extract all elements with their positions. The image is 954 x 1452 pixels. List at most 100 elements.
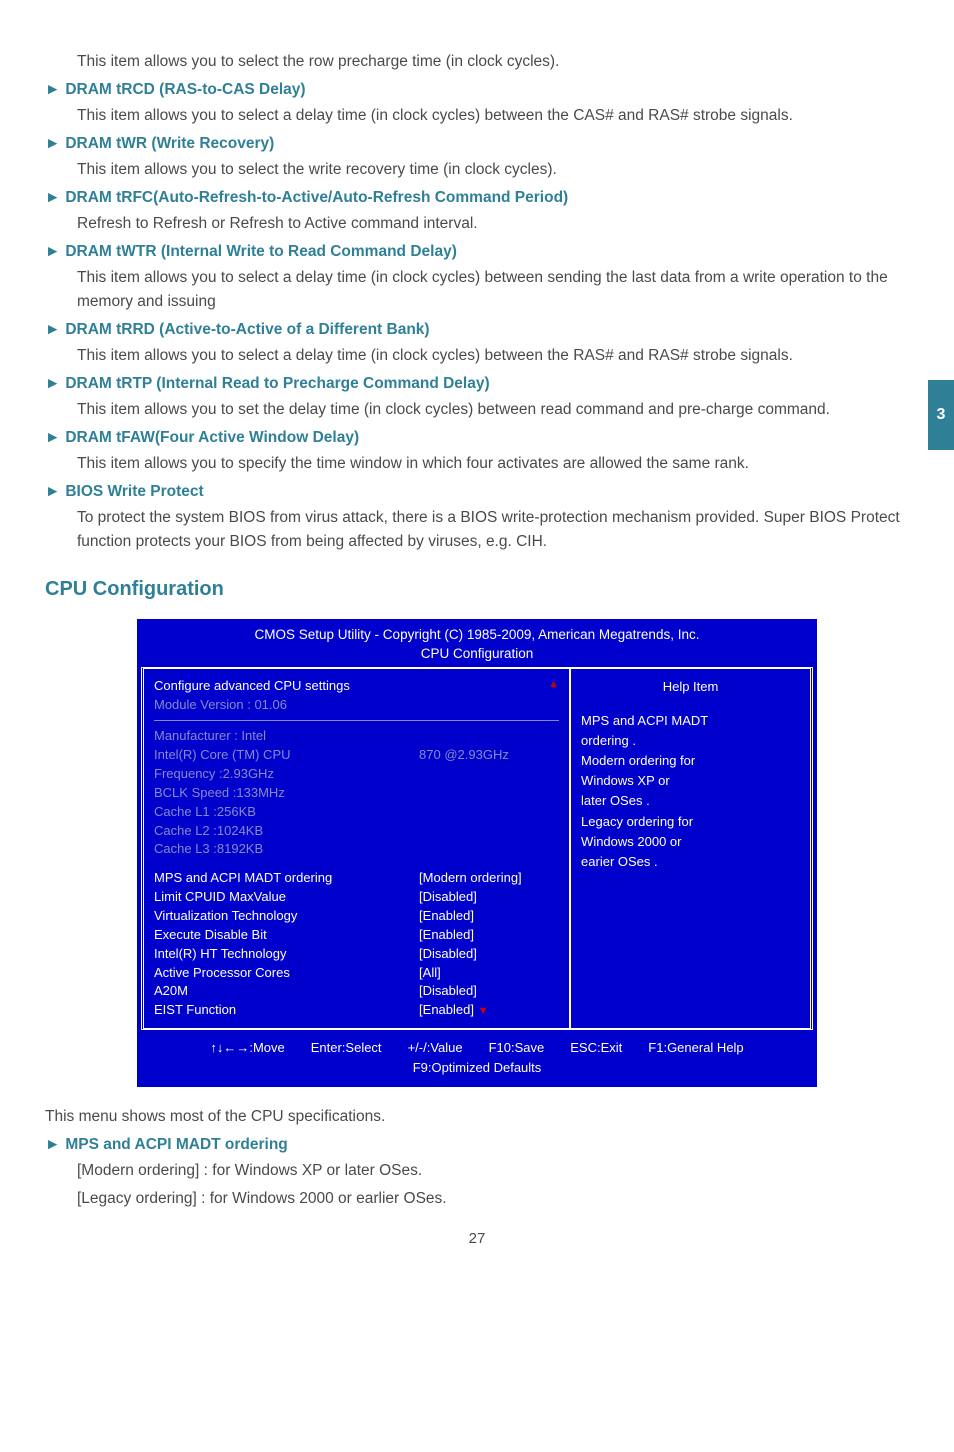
bios-value: [419, 765, 559, 784]
item-title: DRAM tFAW(Four Active Window Delay): [65, 429, 359, 446]
bios-option-label: Intel(R) HT Technology: [154, 945, 419, 964]
bios-footer-key: F1:General Help: [648, 1038, 743, 1058]
triangle-icon: ►: [45, 240, 61, 264]
bios-value: [419, 840, 559, 859]
help-text-line: ordering .: [581, 731, 800, 751]
item-title: DRAM tWTR (Internal Write to Read Comman…: [65, 243, 457, 260]
item-heading: ► DRAM tWR (Write Recovery): [45, 132, 909, 156]
triangle-icon: ►: [45, 186, 61, 210]
bios-option-label: MPS and ACPI MADT ordering: [154, 869, 419, 888]
bios-header-line2: CPU Configuration: [137, 645, 817, 663]
bios-label: Cache L3 :8192KB: [154, 840, 419, 859]
scroll-down-icon: ▼: [478, 1005, 489, 1017]
item-title: DRAM tRFC(Auto-Refresh-to-Active/Auto-Re…: [65, 189, 568, 206]
item-desc: [Modern ordering] : for Windows XP or la…: [77, 1159, 909, 1183]
bios-body: Configure advanced CPU settings▲ Module …: [141, 667, 813, 1030]
bios-sysinfo-row: Cache L2 :1024KB: [154, 822, 559, 841]
bios-option-row[interactable]: Limit CPUID MaxValue[Disabled]: [154, 888, 559, 907]
item-heading: ► MPS and ACPI MADT ordering: [45, 1133, 909, 1157]
bios-option-value: [Disabled]: [419, 982, 559, 1001]
bios-value: 870 @2.93GHz: [419, 746, 559, 765]
bios-sysinfo-row: Intel(R) Core (TM) CPU870 @2.93GHz: [154, 746, 559, 765]
side-tab: 3: [928, 380, 954, 450]
item-heading: ► DRAM tFAW(Four Active Window Delay): [45, 426, 909, 450]
bios-footer: ↑↓←→:MoveEnter:Select+/-/:ValueF10:SaveE…: [137, 1030, 817, 1087]
bios-footer-key: F10:Save: [489, 1038, 545, 1058]
bios-option-row[interactable]: A20M[Disabled]: [154, 982, 559, 1001]
bios-option-value: [Enabled]: [419, 926, 559, 945]
bios-option-row[interactable]: Execute Disable Bit[Enabled]: [154, 926, 559, 945]
help-text-line: Windows XP or: [581, 771, 800, 791]
bios-module-version: Module Version : 01.06: [154, 696, 559, 715]
page-content: This item allows you to select the row p…: [0, 0, 954, 1280]
bios-label: Manufacturer : Intel: [154, 727, 419, 746]
bios-label: Cache L2 :1024KB: [154, 822, 419, 841]
bios-label: Intel(R) Core (TM) CPU: [154, 746, 419, 765]
help-text-line: Modern ordering for: [581, 751, 800, 771]
bios-option-value: [All]: [419, 964, 559, 983]
bios-sysinfo-row: Cache L3 :8192KB: [154, 840, 559, 859]
bios-value: [419, 803, 559, 822]
divider: [154, 720, 559, 721]
bios-option-value: [Modern ordering]: [419, 869, 559, 888]
bios-sysinfo-row: Cache L1 :256KB: [154, 803, 559, 822]
help-text-line: Legacy ordering for: [581, 812, 800, 832]
bios-header-line1: CMOS Setup Utility - Copyright (C) 1985-…: [137, 626, 817, 644]
bios-footer-key: ESC:Exit: [570, 1038, 622, 1058]
item-title: MPS and ACPI MADT ordering: [65, 1136, 287, 1153]
bios-option-row[interactable]: Intel(R) HT Technology[Disabled]: [154, 945, 559, 964]
bios-option-row[interactable]: MPS and ACPI MADT ordering[Modern orderi…: [154, 869, 559, 888]
after-bios-text: This menu shows most of the CPU specific…: [45, 1105, 909, 1129]
bios-option-row[interactable]: Active Processor Cores[All]: [154, 964, 559, 983]
triangle-icon: ►: [45, 372, 61, 396]
item-desc: This item allows you to set the delay ti…: [77, 398, 909, 422]
bios-sysinfo-row: BCLK Speed :133MHz: [154, 784, 559, 803]
item-desc: Refresh to Refresh or Refresh to Active …: [77, 212, 909, 236]
triangle-icon: ►: [45, 426, 61, 450]
bios-value: [419, 822, 559, 841]
help-item-header: Help Item: [581, 677, 800, 697]
bios-label: Frequency :2.93GHz: [154, 765, 419, 784]
bios-header: CMOS Setup Utility - Copyright (C) 1985-…: [137, 619, 817, 666]
bios-value: [419, 784, 559, 803]
bios-footer-line2: F9:Optimized Defaults: [149, 1058, 805, 1078]
bios-option-value: [Enabled] ▼: [419, 1001, 559, 1020]
bios-option-value: [Disabled]: [419, 888, 559, 907]
bios-footer-key: Enter:Select: [311, 1038, 382, 1058]
item-desc: This item allows you to select the write…: [77, 158, 909, 182]
bios-left-panel: Configure advanced CPU settings▲ Module …: [144, 669, 571, 1028]
item-title: DRAM tWR (Write Recovery): [65, 135, 274, 152]
triangle-icon: ►: [45, 318, 61, 342]
intro-text: This item allows you to select the row p…: [77, 50, 909, 74]
bios-option-label: EIST Function: [154, 1001, 419, 1020]
bios-sysinfo-row: Frequency :2.93GHz: [154, 765, 559, 784]
item-desc: This item allows you to select a delay t…: [77, 266, 909, 314]
bios-screenshot: CMOS Setup Utility - Copyright (C) 1985-…: [137, 619, 817, 1087]
item-title: DRAM tRCD (RAS-to-CAS Delay): [65, 81, 305, 98]
bios-footer-key: +/-/:Value: [408, 1038, 463, 1058]
bios-label: Cache L1 :256KB: [154, 803, 419, 822]
bios-value: [419, 727, 559, 746]
bios-option-label: Active Processor Cores: [154, 964, 419, 983]
section-title: CPU Configuration: [45, 574, 909, 605]
item-heading: ► BIOS Write Protect: [45, 480, 909, 504]
item-heading: ► DRAM tRTP (Internal Read to Precharge …: [45, 372, 909, 396]
item-desc: This item allows you to specify the time…: [77, 452, 909, 476]
bios-option-value: [Enabled]: [419, 907, 559, 926]
triangle-icon: ►: [45, 1133, 61, 1157]
page-number: 27: [45, 1227, 909, 1250]
bios-sysinfo-row: Manufacturer : Intel: [154, 727, 559, 746]
bios-option-row[interactable]: Virtualization Technology[Enabled]: [154, 907, 559, 926]
item-title: BIOS Write Protect: [65, 483, 203, 500]
item-title: DRAM tRRD (Active-to-Active of a Differe…: [65, 321, 429, 338]
item-heading: ► DRAM tWTR (Internal Write to Read Comm…: [45, 240, 909, 264]
bios-option-label: A20M: [154, 982, 419, 1001]
item-heading: ► DRAM tRCD (RAS-to-CAS Delay): [45, 78, 909, 102]
bios-help-panel: Help Item MPS and ACPI MADTordering .Mod…: [571, 669, 810, 1028]
bios-option-row[interactable]: EIST Function[Enabled] ▼: [154, 1001, 559, 1020]
item-desc: This item allows you to select a delay t…: [77, 344, 909, 368]
scroll-up-icon: ▲: [548, 677, 559, 696]
bios-option-value: [Disabled]: [419, 945, 559, 964]
bios-label: BCLK Speed :133MHz: [154, 784, 419, 803]
item-desc: [Legacy ordering] : for Windows 2000 or …: [77, 1187, 909, 1211]
